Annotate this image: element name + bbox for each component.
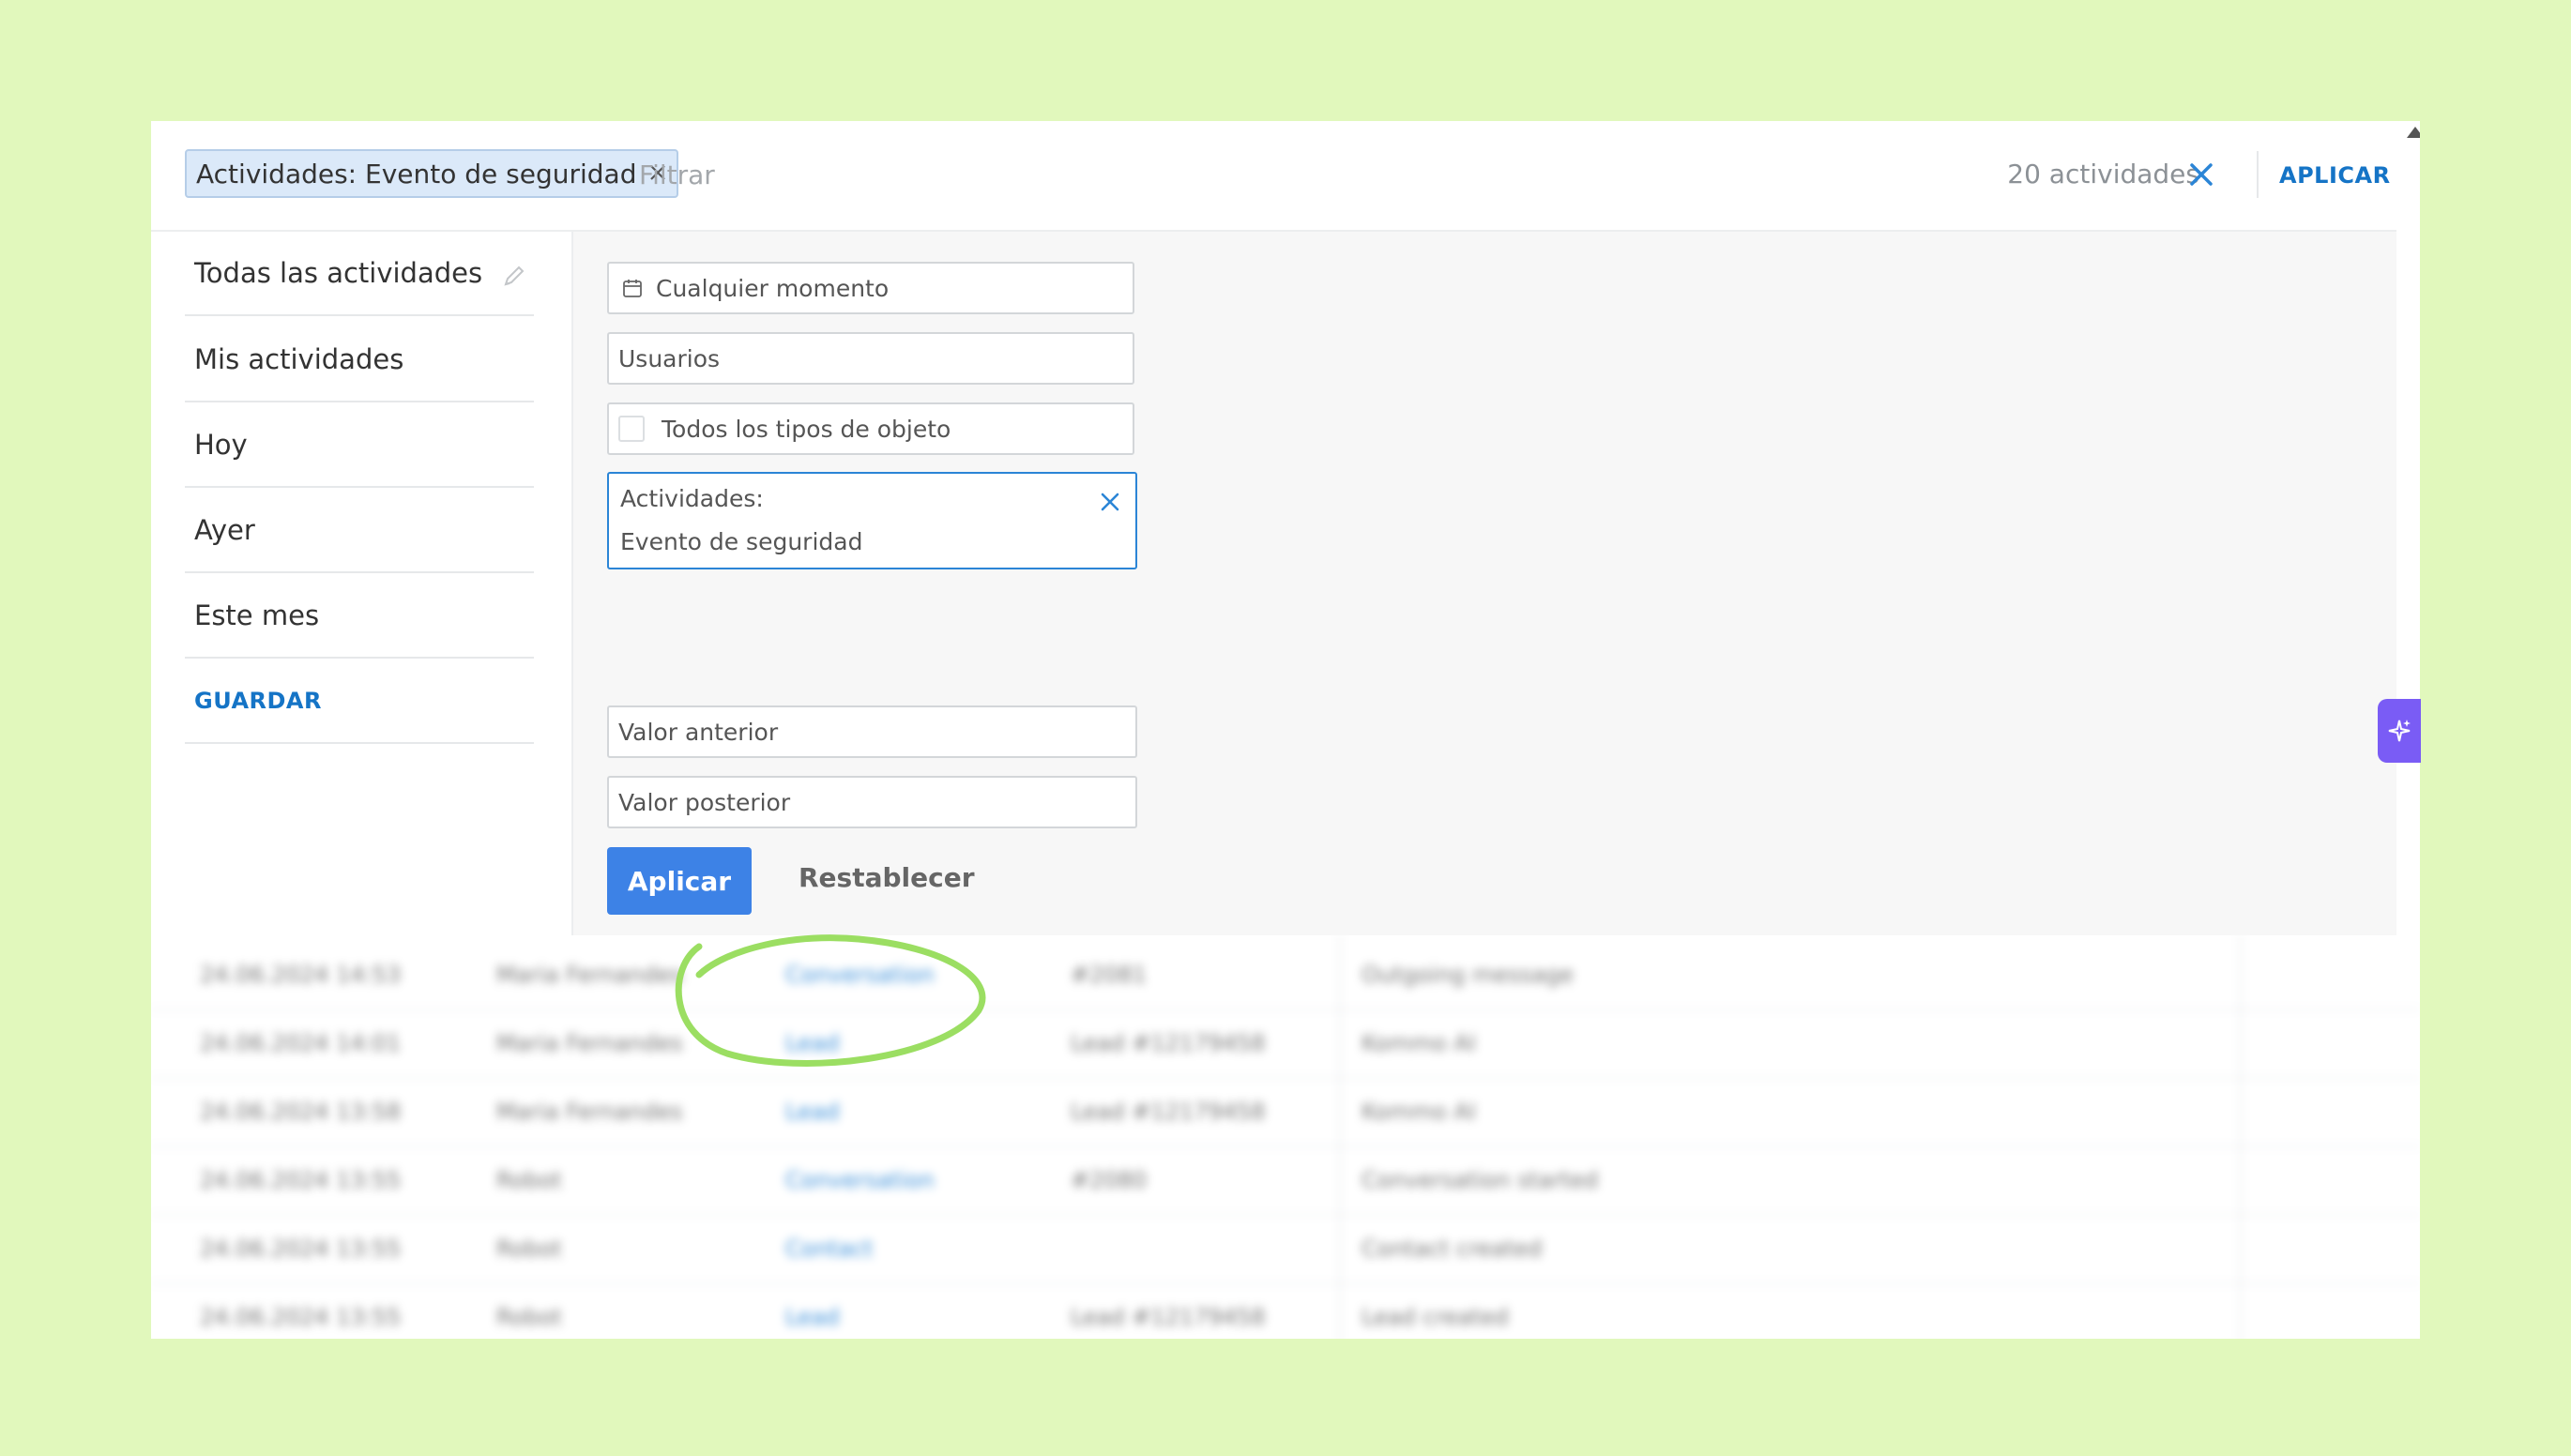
table-row[interactable]: 24.06.2024 14:53 Maria Fernandes Convers… bbox=[151, 941, 2420, 1010]
scroll-up-arrow-icon[interactable] bbox=[2407, 127, 2420, 138]
filter-chip-label: Actividades: Evento de seguridad bbox=[196, 158, 637, 190]
activities-field[interactable]: Actividades: Evento de seguridad bbox=[607, 472, 1137, 569]
cell-user: Robot bbox=[496, 1304, 562, 1330]
cell-date: 24.06.2024 13:58 bbox=[200, 1099, 402, 1125]
presets-sidebar: Todas las actividades Mis actividades Ho… bbox=[151, 232, 573, 935]
date-range-field[interactable]: Cualquier momento bbox=[607, 262, 1134, 314]
object-types-field[interactable]: Todos los tipos de objeto bbox=[607, 402, 1134, 455]
activity-table: 24.06.2024 14:53 Maria Fernandes Convers… bbox=[151, 935, 2420, 1339]
cell-event: Kommo AI bbox=[1362, 1030, 1476, 1056]
table-row[interactable]: 24.06.2024 14:01 Maria Fernandes Lead Le… bbox=[151, 1009, 2420, 1079]
activity-count: 20 actividades bbox=[2007, 159, 2199, 190]
preset-this-month[interactable]: Este mes bbox=[185, 574, 534, 659]
preset-label: Hoy bbox=[194, 429, 248, 461]
ai-assistant-widget[interactable] bbox=[2378, 699, 2421, 763]
object-types-label: Todos los tipos de objeto bbox=[662, 415, 951, 443]
filter-form: Cualquier momento Usuarios Todos los tip… bbox=[573, 232, 2396, 935]
cell-user: Robot bbox=[496, 1167, 562, 1193]
calendar-icon bbox=[623, 280, 642, 297]
cell-entity[interactable]: Conversation bbox=[785, 1167, 935, 1193]
cell-entity[interactable]: Lead bbox=[785, 1030, 840, 1056]
cell-object: Lead #12179458 bbox=[1071, 1099, 1266, 1125]
cell-entity[interactable]: Lead bbox=[785, 1304, 840, 1330]
cell-date: 24.06.2024 14:01 bbox=[200, 1030, 402, 1056]
preset-label: Este mes bbox=[194, 599, 320, 631]
old-value-field[interactable]: Valor anterior bbox=[607, 705, 1137, 758]
new-value-placeholder: Valor posterior bbox=[618, 788, 791, 816]
preset-yesterday[interactable]: Ayer bbox=[185, 489, 534, 573]
table-row[interactable]: 24.06.2024 13:55 Robot Contact Contact c… bbox=[151, 1215, 2420, 1284]
filter-input[interactable] bbox=[637, 151, 1204, 198]
preset-all-activities[interactable]: Todas las actividades bbox=[185, 232, 534, 316]
users-field[interactable]: Usuarios bbox=[607, 332, 1134, 385]
cell-entity[interactable]: Conversation bbox=[785, 962, 935, 988]
cell-object: Lead #12179458 bbox=[1071, 1304, 1266, 1330]
cell-user: Maria Fernandes bbox=[496, 1030, 683, 1056]
activities-field-value: Evento de seguridad bbox=[620, 528, 863, 555]
cell-object: #2080 bbox=[1071, 1167, 1148, 1193]
cell-event: Conversation started bbox=[1362, 1167, 1599, 1193]
clear-filter-icon[interactable] bbox=[2185, 159, 2217, 190]
cell-object: #2081 bbox=[1071, 962, 1148, 988]
table-row[interactable]: 24.06.2024 13:55 Robot Conversation #208… bbox=[151, 1146, 2420, 1216]
divider bbox=[2257, 151, 2259, 198]
activities-window: Actividades: Evento de seguridad 20 acti… bbox=[151, 121, 2420, 1339]
preset-label: Ayer bbox=[194, 514, 255, 546]
close-icon[interactable] bbox=[1098, 485, 1122, 511]
cell-date: 24.06.2024 13:55 bbox=[200, 1304, 402, 1330]
old-value-placeholder: Valor anterior bbox=[618, 718, 779, 746]
new-value-field[interactable]: Valor posterior bbox=[607, 776, 1137, 828]
cell-entity[interactable]: Contact bbox=[785, 1236, 873, 1262]
table-row[interactable]: 24.06.2024 13:55 Robot Lead Lead #121794… bbox=[151, 1283, 2420, 1339]
preset-label: Mis actividades bbox=[194, 343, 404, 375]
cell-user: Maria Fernandes bbox=[496, 962, 683, 988]
cell-event: Contact created bbox=[1362, 1236, 1543, 1262]
reset-button[interactable]: Restablecer bbox=[799, 862, 975, 893]
save-preset-button[interactable]: GUARDAR bbox=[185, 660, 534, 744]
cell-date: 24.06.2024 13:55 bbox=[200, 1167, 402, 1193]
cell-entity[interactable]: Lead bbox=[785, 1099, 840, 1125]
sparkle-icon bbox=[2388, 720, 2411, 742]
apply-button[interactable]: Aplicar bbox=[607, 847, 752, 915]
cell-event: Lead created bbox=[1362, 1304, 1509, 1330]
cell-date: 24.06.2024 13:55 bbox=[200, 1236, 402, 1262]
preset-today[interactable]: Hoy bbox=[185, 403, 534, 488]
date-range-value: Cualquier momento bbox=[656, 274, 890, 302]
activities-field-label: Actividades: bbox=[620, 485, 764, 512]
cell-user: Maria Fernandes bbox=[496, 1099, 683, 1125]
apply-link[interactable]: APLICAR bbox=[2279, 162, 2391, 189]
cell-object: Lead #12179458 bbox=[1071, 1030, 1266, 1056]
filter-chip-activities[interactable]: Actividades: Evento de seguridad bbox=[185, 149, 678, 198]
preset-label: Todas las actividades bbox=[194, 257, 483, 289]
cell-date: 24.06.2024 14:53 bbox=[200, 962, 402, 988]
preset-my-activities[interactable]: Mis actividades bbox=[185, 318, 534, 402]
table-row[interactable]: 24.06.2024 13:58 Maria Fernandes Lead Le… bbox=[151, 1078, 2420, 1147]
save-label: GUARDAR bbox=[194, 688, 322, 714]
pencil-icon[interactable] bbox=[500, 262, 528, 290]
object-types-checkbox[interactable] bbox=[618, 416, 645, 442]
cell-user: Robot bbox=[496, 1236, 562, 1262]
cell-event: Kommo AI bbox=[1362, 1099, 1476, 1125]
filter-bar: Actividades: Evento de seguridad 20 acti… bbox=[151, 121, 2420, 232]
users-placeholder: Usuarios bbox=[618, 344, 721, 372]
cell-event: Outgoing message bbox=[1362, 962, 1575, 988]
